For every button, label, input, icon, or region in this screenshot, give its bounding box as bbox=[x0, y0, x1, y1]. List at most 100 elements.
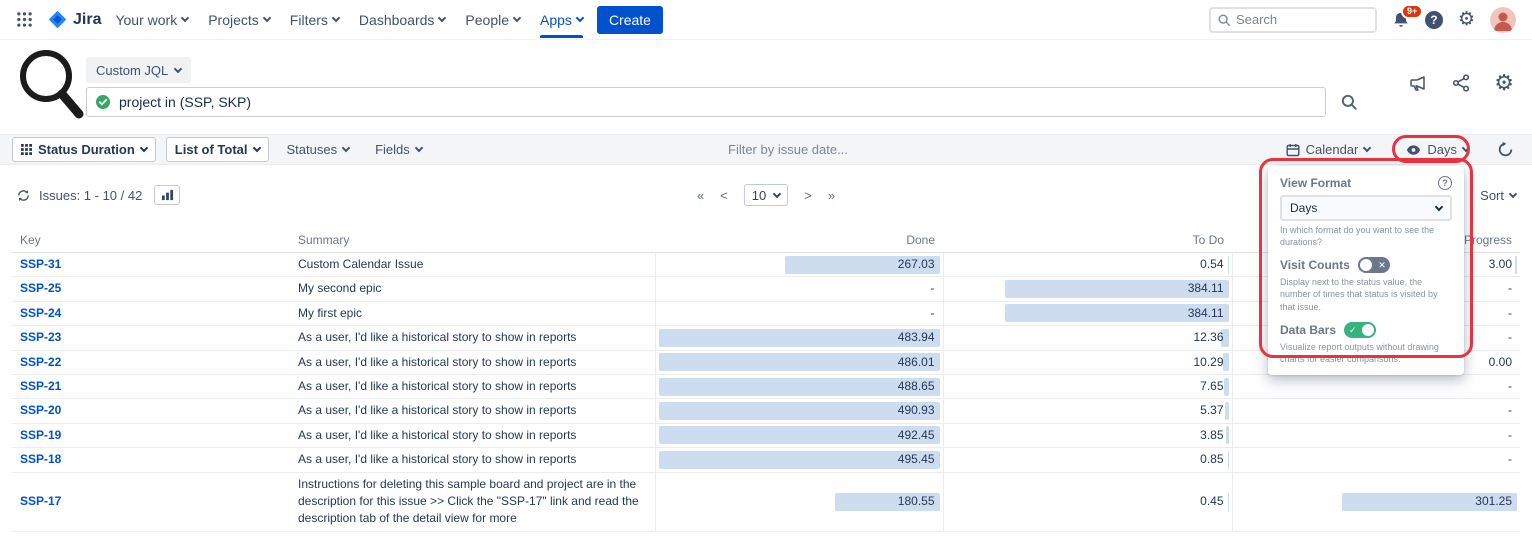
view-format-dropdown[interactable]: Days bbox=[1398, 137, 1477, 162]
column-header-done[interactable]: Done bbox=[655, 228, 943, 253]
in-progress-cell: - bbox=[1232, 374, 1520, 398]
done-cell: - bbox=[655, 301, 943, 325]
duration-value: 384.11 bbox=[1188, 281, 1224, 295]
chevron-down-icon bbox=[1462, 144, 1470, 152]
pagination: « < 10 > » bbox=[697, 184, 835, 206]
jql-valid-icon bbox=[95, 94, 111, 110]
nav-item-apps[interactable]: Apps bbox=[540, 12, 583, 28]
duration-value: 483.94 bbox=[898, 330, 935, 344]
announcement-icon[interactable] bbox=[1408, 73, 1428, 93]
issue-date-filter[interactable]: Filter by issue date... bbox=[728, 135, 848, 164]
issue-key-link[interactable]: SSP-19 bbox=[20, 428, 61, 442]
visit-counts-label: Visit Counts bbox=[1280, 258, 1350, 272]
toggle-state-icon: ✓ bbox=[1349, 322, 1357, 338]
settings-gear-icon[interactable]: ⚙ bbox=[1458, 10, 1475, 29]
data-bar bbox=[1515, 256, 1517, 274]
key-cell: SSP-21 bbox=[12, 374, 290, 398]
done-cell: - bbox=[655, 277, 943, 301]
sort-dropdown[interactable]: Sort bbox=[1480, 188, 1516, 203]
chevron-down-icon bbox=[773, 189, 781, 197]
calendar-dropdown[interactable]: Calendar bbox=[1278, 137, 1379, 162]
issue-key-link[interactable]: SSP-23 bbox=[20, 330, 61, 344]
sync-arrow-icon[interactable] bbox=[1497, 141, 1514, 158]
nav-item-label: Filters bbox=[290, 12, 328, 28]
report-type-dropdown[interactable]: Status Duration bbox=[12, 137, 156, 162]
duration-value: 0.54 bbox=[1200, 257, 1223, 271]
visit-counts-toggle[interactable]: ✕ bbox=[1358, 257, 1390, 273]
todo-cell: 0.45 bbox=[943, 472, 1232, 531]
issue-key-link[interactable]: SSP-21 bbox=[20, 379, 61, 393]
notifications-bell-icon[interactable]: 9+ bbox=[1392, 11, 1410, 29]
pagination-last[interactable]: » bbox=[828, 188, 835, 203]
issue-key-link[interactable]: SSP-20 bbox=[20, 403, 61, 417]
jira-logo-icon bbox=[47, 9, 68, 30]
global-search[interactable] bbox=[1209, 7, 1377, 33]
issue-key-link[interactable]: SSP-17 bbox=[20, 494, 61, 508]
refresh-icon[interactable] bbox=[16, 188, 31, 203]
page-size-value: 10 bbox=[752, 188, 766, 203]
duration-value: 488.65 bbox=[898, 379, 935, 393]
duration-value: 3.00 bbox=[1489, 257, 1512, 271]
chevron-down-icon bbox=[174, 64, 182, 72]
data-bars-toggle[interactable]: ✓ bbox=[1344, 322, 1376, 338]
data-bars-row: Data Bars ✓ bbox=[1280, 322, 1452, 338]
issue-key-link[interactable]: SSP-31 bbox=[20, 257, 61, 271]
user-avatar[interactable] bbox=[1490, 7, 1516, 33]
chevron-down-icon bbox=[342, 144, 350, 152]
brand-name: Jira bbox=[73, 11, 101, 29]
report-settings-gear-icon[interactable]: ⚙ bbox=[1494, 72, 1514, 94]
issue-key-link[interactable]: SSP-24 bbox=[20, 306, 61, 320]
nav-item-your-work[interactable]: Your work bbox=[115, 12, 188, 28]
chevron-down-icon bbox=[576, 14, 584, 22]
key-cell: SSP-22 bbox=[12, 350, 290, 374]
chevron-down-icon bbox=[332, 14, 340, 22]
app-root: Jira Your work Projects Filters Dashboar… bbox=[0, 0, 1532, 548]
issue-key-link[interactable]: SSP-25 bbox=[20, 281, 61, 295]
duration-value: 5.37 bbox=[1200, 403, 1223, 417]
nav-item-filters[interactable]: Filters bbox=[290, 12, 339, 28]
table-row: SSP-19As a user, I'd like a historical s… bbox=[12, 423, 1520, 447]
issue-key-link[interactable]: SSP-18 bbox=[20, 452, 61, 466]
jql-mode-dropdown[interactable]: Custom JQL bbox=[86, 57, 191, 83]
duration-value: 10.29 bbox=[1193, 355, 1223, 369]
pagination-prev[interactable]: < bbox=[720, 188, 728, 203]
nav-item-projects[interactable]: Projects bbox=[208, 12, 270, 28]
bar-chart-icon bbox=[161, 189, 174, 201]
fields-dropdown[interactable]: Fields bbox=[367, 137, 430, 162]
key-cell: SSP-17 bbox=[12, 472, 290, 531]
statuses-dropdown[interactable]: Statuses bbox=[279, 137, 358, 162]
issue-summary: My first epic bbox=[290, 301, 655, 325]
help-icon[interactable]: ? bbox=[1425, 11, 1443, 29]
view-type-dropdown[interactable]: List of Total bbox=[166, 137, 269, 162]
page-size-select[interactable]: 10 bbox=[744, 184, 788, 206]
pagination-first[interactable]: « bbox=[697, 188, 704, 203]
search-icon bbox=[1217, 13, 1231, 27]
table-row: SSP-17Instructions for deleting this sam… bbox=[12, 472, 1520, 531]
run-search-icon[interactable] bbox=[1340, 93, 1358, 111]
key-cell: SSP-31 bbox=[12, 253, 290, 277]
duration-value: - bbox=[1508, 281, 1512, 295]
column-header-summary[interactable]: Summary bbox=[290, 228, 655, 253]
pagination-next[interactable]: > bbox=[804, 188, 812, 203]
format-select[interactable]: Days bbox=[1280, 195, 1452, 221]
column-header-key[interactable]: Key bbox=[12, 228, 290, 253]
chevron-down-icon bbox=[513, 14, 521, 22]
issue-summary: As a user, I'd like a historical story t… bbox=[290, 399, 655, 423]
share-icon[interactable] bbox=[1452, 74, 1470, 92]
nav-item-people[interactable]: People bbox=[465, 12, 520, 28]
create-button[interactable]: Create bbox=[597, 6, 663, 34]
visit-counts-help-text: Display next to the status value, the nu… bbox=[1280, 276, 1452, 312]
panel-help-icon[interactable]: ? bbox=[1438, 176, 1452, 190]
issue-key-link[interactable]: SSP-22 bbox=[20, 355, 61, 369]
chart-view-button[interactable] bbox=[154, 185, 180, 205]
jira-logo[interactable]: Jira bbox=[47, 9, 101, 30]
duration-value: - bbox=[1508, 379, 1512, 393]
column-header-todo[interactable]: To Do bbox=[943, 228, 1232, 253]
duration-value: - bbox=[1508, 306, 1512, 320]
duration-value: 0.45 bbox=[1200, 494, 1223, 508]
nav-item-dashboards[interactable]: Dashboards bbox=[359, 12, 446, 28]
jql-input[interactable] bbox=[119, 94, 1317, 110]
global-search-input[interactable] bbox=[1236, 12, 1369, 27]
app-switcher-icon[interactable] bbox=[16, 11, 33, 28]
query-actions: ⚙ bbox=[1408, 72, 1514, 94]
